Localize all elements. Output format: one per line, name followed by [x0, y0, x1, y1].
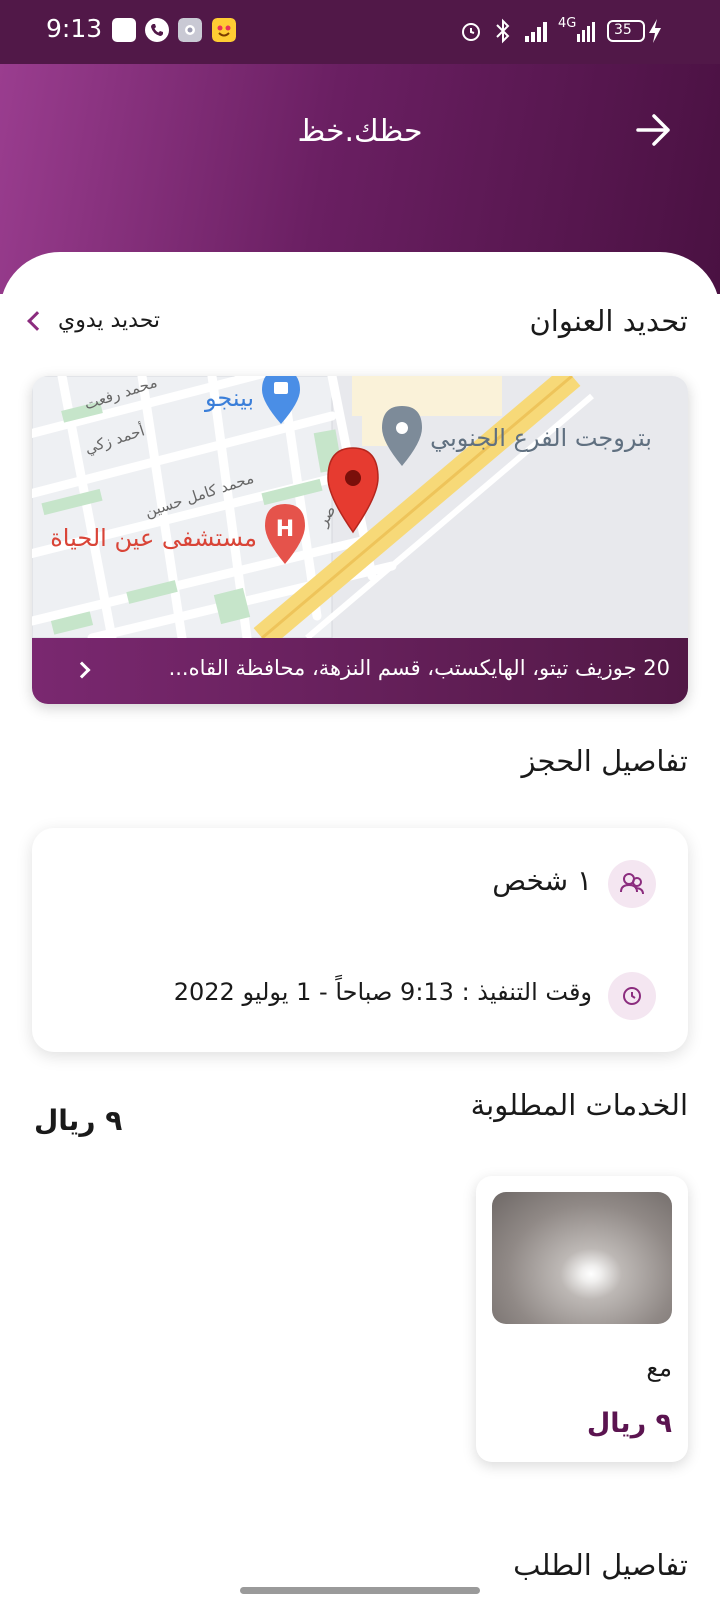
services-total: ٩ ريال — [34, 1104, 123, 1137]
service-name: مع — [646, 1354, 672, 1382]
map-label-bingo: بينجو — [204, 384, 254, 412]
address-section-title: تحديد العنوان — [529, 304, 689, 338]
battery-level: 35 — [614, 22, 632, 38]
battery-icon: 35 — [607, 20, 645, 42]
address-bar[interactable]: 20 جوزيف تيتو، الهايكستب، قسم النزهة، مح… — [32, 638, 688, 704]
status-time: 9:13 — [46, 14, 103, 43]
page-title: حظك.خظ — [297, 114, 423, 149]
chevron-left-icon — [27, 310, 47, 331]
clock-icon — [608, 972, 656, 1020]
map-label-hospital: مستشفى عين الحياة — [50, 524, 257, 552]
emoji-app-icon — [212, 18, 236, 42]
manual-location-button[interactable]: تحديد يدوي — [27, 308, 161, 333]
persons-count: ١ شخص — [492, 864, 592, 897]
hospital-marker-letter: H — [276, 517, 294, 542]
signal-icon — [525, 22, 547, 42]
execution-time: وقت التنفيذ : 9:13 صباحاً - 1 يوليو 2022 — [173, 978, 592, 1006]
map-card[interactable]: بتروجت الفرع الجنوبي بينجو مستشفى عين ال… — [32, 376, 688, 704]
arrow-right-icon[interactable] — [634, 110, 674, 150]
service-card[interactable]: مع ٩ ريال — [476, 1176, 688, 1462]
status-bar: 9:13 4G 35 — [0, 0, 720, 64]
map-label-petrojet: بتروجت الفرع الجنوبي — [430, 424, 652, 452]
manual-location-label: تحديد يدوي — [58, 308, 161, 333]
booking-section-title: تفاصيل الحجز — [521, 744, 688, 778]
phone-icon — [145, 18, 169, 42]
bluetooth-icon — [496, 18, 510, 44]
address-text: 20 جوزيف تيتو، الهايكستب، قسم النزهة، مح… — [168, 656, 670, 680]
people-icon — [608, 860, 656, 908]
service-image — [492, 1192, 672, 1324]
service-price: ٩ ريال — [586, 1408, 672, 1439]
network-type: 4G — [558, 16, 577, 31]
charging-icon — [649, 19, 661, 43]
chevron-right-icon — [73, 661, 91, 679]
services-section-title: الخدمات المطلوبة — [470, 1088, 688, 1122]
order-section-title: تفاصيل الطلب — [513, 1548, 688, 1582]
alarm-icon — [462, 23, 480, 41]
notification-app-icon — [112, 18, 136, 42]
booking-card: ١ شخص وقت التنفيذ : 9:13 صباحاً - 1 يولي… — [32, 828, 688, 1052]
home-indicator[interactable] — [240, 1587, 480, 1594]
map-view[interactable]: بتروجت الفرع الجنوبي بينجو مستشفى عين ال… — [32, 376, 688, 638]
settings-app-icon — [178, 18, 202, 42]
signal-2-icon — [577, 22, 595, 42]
